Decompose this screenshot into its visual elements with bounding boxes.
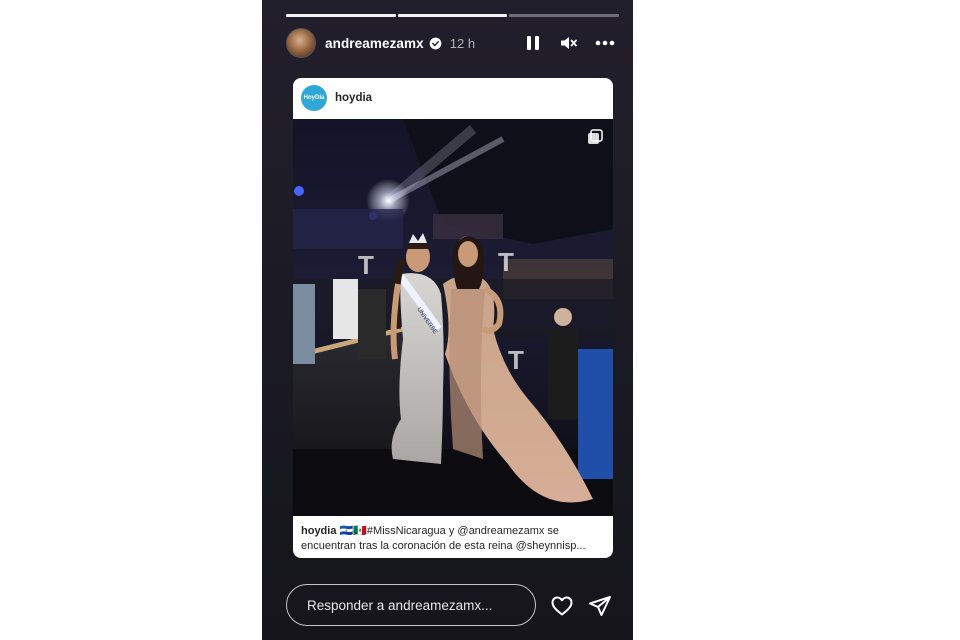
progress-segment	[509, 14, 620, 17]
photo-watermark: T	[498, 247, 514, 277]
volume-muted-icon[interactable]	[558, 32, 580, 54]
post-caption: hoydia 🇸🇻🇲🇽#MissNicaragua y @andreamezam…	[301, 524, 605, 554]
user-avatar[interactable]	[286, 28, 316, 58]
caption-username[interactable]: hoydia	[301, 525, 336, 537]
send-icon[interactable]	[588, 594, 612, 618]
post-photo[interactable]: T T T UNIVERSE	[293, 119, 613, 516]
photo-watermark: T	[358, 250, 374, 280]
story-time: 12 h	[449, 35, 476, 51]
post-avatar-text: HoyDía	[303, 95, 325, 101]
story-controls	[522, 32, 616, 54]
carousel-icon	[587, 129, 603, 145]
pause-icon[interactable]	[522, 32, 544, 54]
story-header: andreamezamx 12 h	[286, 28, 616, 58]
progress-segment	[397, 14, 508, 17]
post-header: HoyDía hoydia	[293, 78, 613, 118]
post-photo-image: T T T UNIVERSE	[293, 119, 613, 516]
post-account-avatar[interactable]: HoyDía	[301, 85, 327, 111]
progress-segment	[286, 14, 396, 17]
post-account-name[interactable]: hoydia	[335, 92, 372, 104]
story-username[interactable]: andreamezamx	[325, 36, 424, 51]
verified-badge-icon	[429, 37, 442, 50]
reply-input[interactable]: Responder a andreamezamx...	[286, 584, 536, 626]
caption-flags: 🇸🇻🇲🇽	[339, 525, 367, 537]
shared-post-card[interactable]: HoyDía hoydia T T T UNIVERSE hoydia 🇸🇻🇲🇽…	[293, 78, 613, 558]
story-progress-bar	[286, 14, 620, 17]
photo-watermark: T	[508, 345, 524, 375]
reply-placeholder: Responder a andreamezamx...	[307, 597, 493, 613]
story-viewer: andreamezamx 12 h HoyDía hoydia T T T UN…	[262, 0, 633, 640]
heart-icon[interactable]	[550, 594, 574, 618]
more-icon[interactable]	[594, 32, 616, 54]
